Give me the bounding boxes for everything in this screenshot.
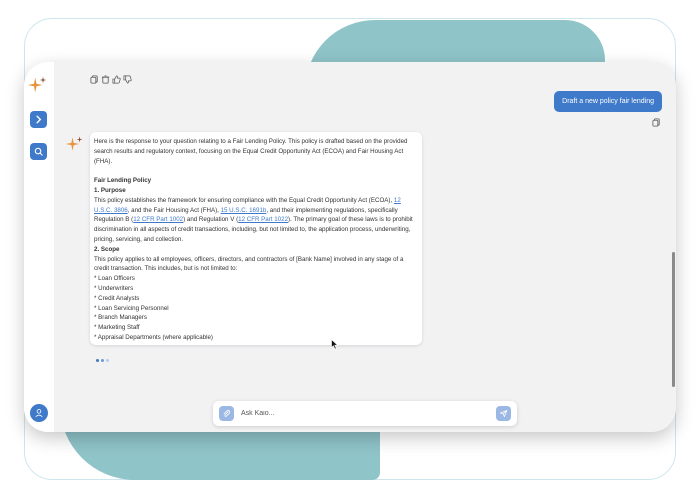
citation-link[interactable]: 12 CFR Part 1002 (133, 216, 183, 223)
list-item: * Marketing Staff (94, 324, 140, 332)
scrollbar[interactable] (672, 252, 675, 387)
thumbs-up-icon[interactable] (112, 71, 121, 84)
policy-title: Fair Lending Policy (94, 177, 152, 185)
chat-composer (213, 401, 517, 426)
list-item: * Credit Analysts (94, 294, 140, 302)
ask-input[interactable] (241, 407, 481, 420)
attach-button[interactable] (219, 406, 234, 421)
typing-indicator (96, 359, 109, 362)
send-button[interactable] (496, 406, 511, 421)
chat-window: Draft a new policy fair lending Here is … (24, 62, 676, 432)
expand-sidebar-button[interactable] (30, 111, 47, 128)
citation-link[interactable]: 12 CFR Part 1022 (238, 216, 288, 223)
copy-icon[interactable] (90, 71, 99, 84)
section-heading: 2. Scope (94, 245, 120, 253)
user-message-bubble: Draft a new policy fair lending (554, 91, 662, 112)
paperclip-icon (223, 409, 231, 417)
search-chat-button[interactable] (30, 143, 47, 160)
section-heading: 1. Purpose (94, 186, 126, 194)
search-chat-icon (34, 147, 43, 156)
expand-chevron-icon (36, 115, 42, 124)
purpose-paragraph: This policy establishes the framework fo… (94, 196, 413, 243)
list-item: * Branch Managers (94, 314, 147, 322)
copy-icon[interactable] (652, 114, 661, 127)
list-item: * Underwriters (94, 284, 134, 292)
list-item: * Loan Officers (94, 275, 135, 283)
send-icon (499, 409, 508, 418)
message-actions (90, 71, 132, 84)
scope-paragraph: This policy applies to all employees, of… (94, 255, 404, 273)
mouse-cursor-icon (331, 339, 339, 350)
user-message-text: Draft a new policy fair lending (562, 98, 654, 105)
answer-intro: Here is the response to your question re… (94, 138, 408, 165)
citation-link[interactable]: 15 U.S.C. 1691b (221, 207, 267, 214)
thumbs-down-icon[interactable] (123, 71, 132, 84)
delete-icon[interactable] (101, 71, 110, 84)
assistant-message: Here is the response to your question re… (90, 132, 422, 345)
sparkle-logo-icon[interactable] (27, 74, 49, 96)
user-icon (35, 409, 43, 418)
assistant-avatar-icon (65, 134, 85, 154)
list-item: * Appraisal Departments (where applicabl… (94, 333, 213, 341)
sidebar (24, 62, 54, 432)
user-avatar[interactable] (30, 404, 48, 422)
list-item: * Loan Servicing Personnel (94, 304, 169, 312)
